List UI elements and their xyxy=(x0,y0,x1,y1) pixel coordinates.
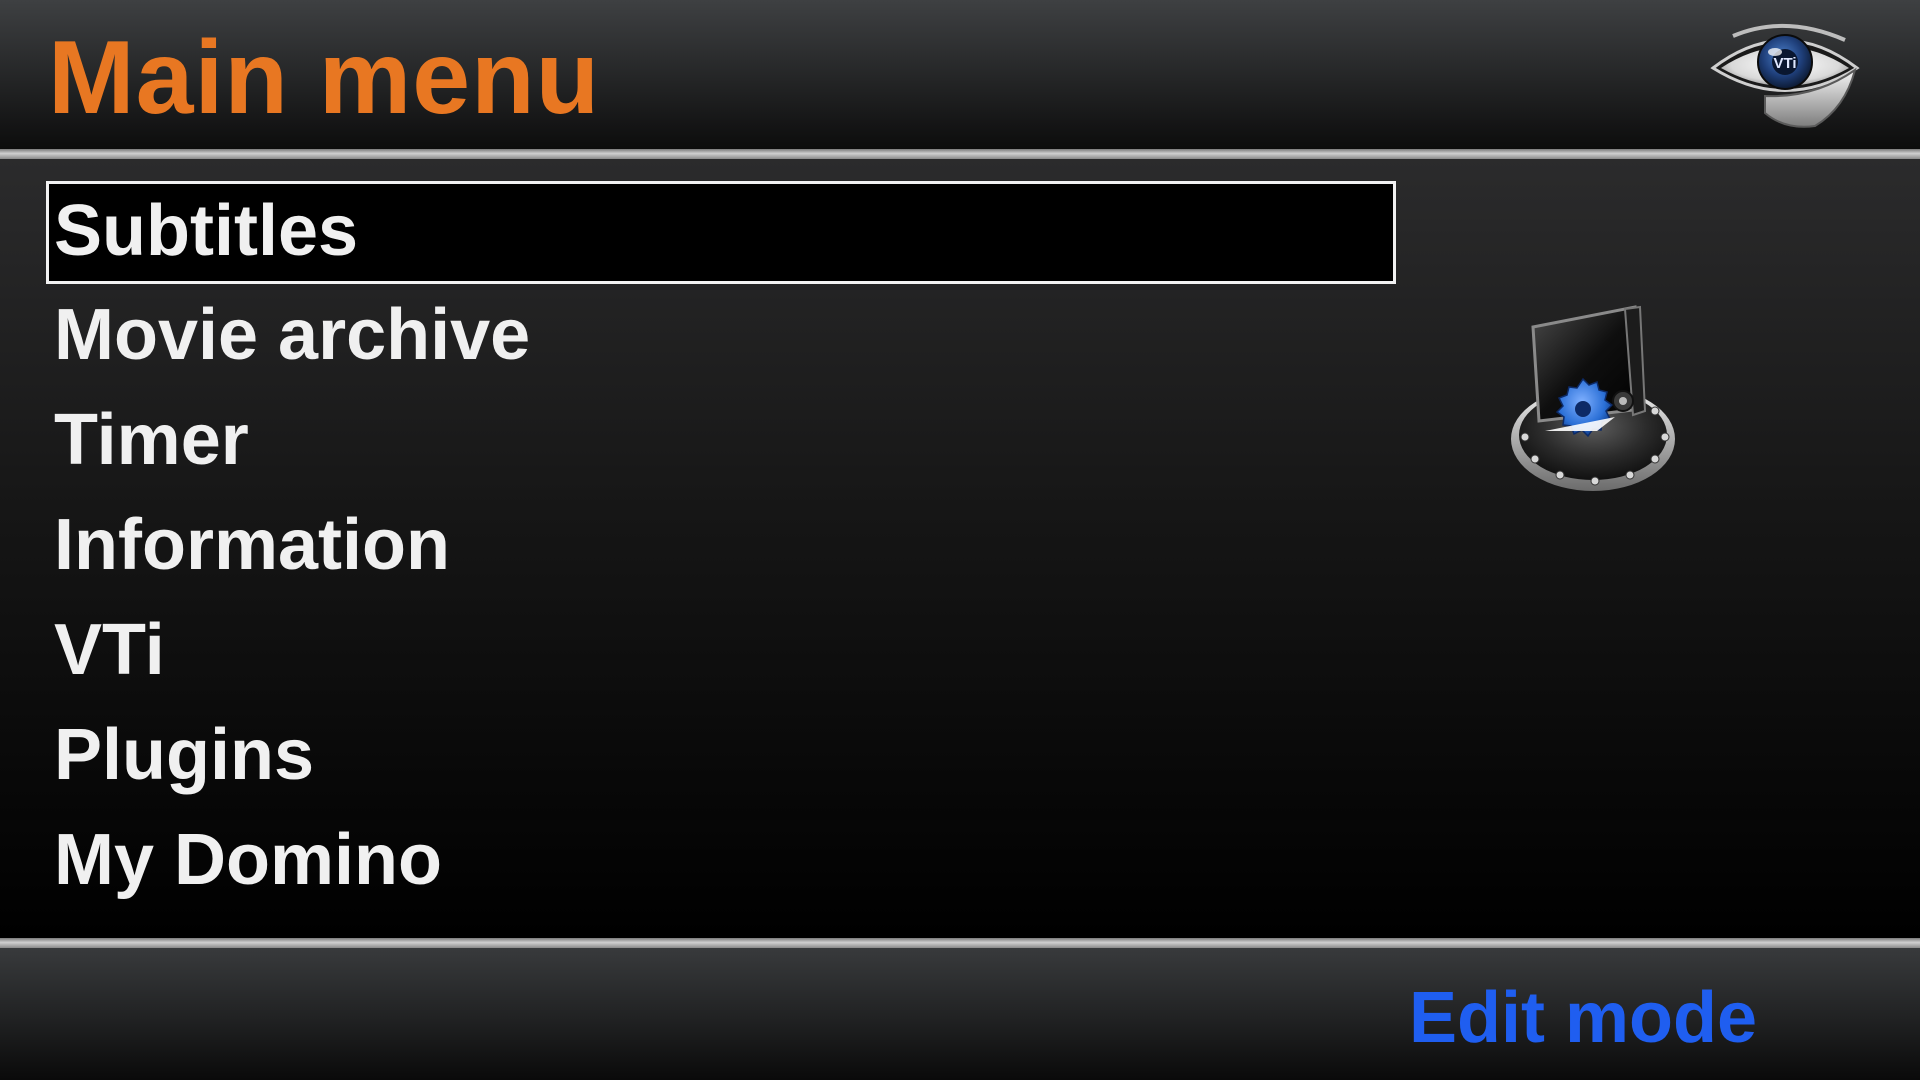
footer-divider xyxy=(0,938,1920,948)
menu-item-plugins[interactable]: Plugins xyxy=(46,706,1396,811)
main-menu-list: Subtitles Movie archive Timer Information VT… xyxy=(46,181,1396,916)
menu-item-information[interactable]: Information xyxy=(46,496,1396,601)
header-divider xyxy=(0,149,1920,159)
menu-item-timer[interactable]: Timer xyxy=(46,391,1396,496)
menu-item-my-domino[interactable]: My Domino xyxy=(46,811,1396,916)
main-menu-screen: Main menu VTi Subtitles Movie archive Ti… xyxy=(0,0,1920,1080)
menu-item-subtitles[interactable]: Subtitles xyxy=(46,181,1396,284)
footer-bar: Edit mode xyxy=(0,948,1920,1080)
menu-item-vti[interactable]: VTi xyxy=(46,601,1396,706)
settings-gear-monitor-icon xyxy=(1511,305,1675,491)
edit-mode-button[interactable]: Edit mode xyxy=(1409,970,1757,1066)
menu-item-movie-archive[interactable]: Movie archive xyxy=(46,286,1396,391)
svg-text:VTi: VTi xyxy=(1773,55,1796,72)
vti-eye-logo-icon: VTi xyxy=(1710,23,1860,128)
page-title: Main menu xyxy=(48,20,601,136)
header-bar: Main menu VTi xyxy=(0,0,1920,150)
menu-panel: Subtitles Movie archive Timer Information VT… xyxy=(0,159,1920,938)
